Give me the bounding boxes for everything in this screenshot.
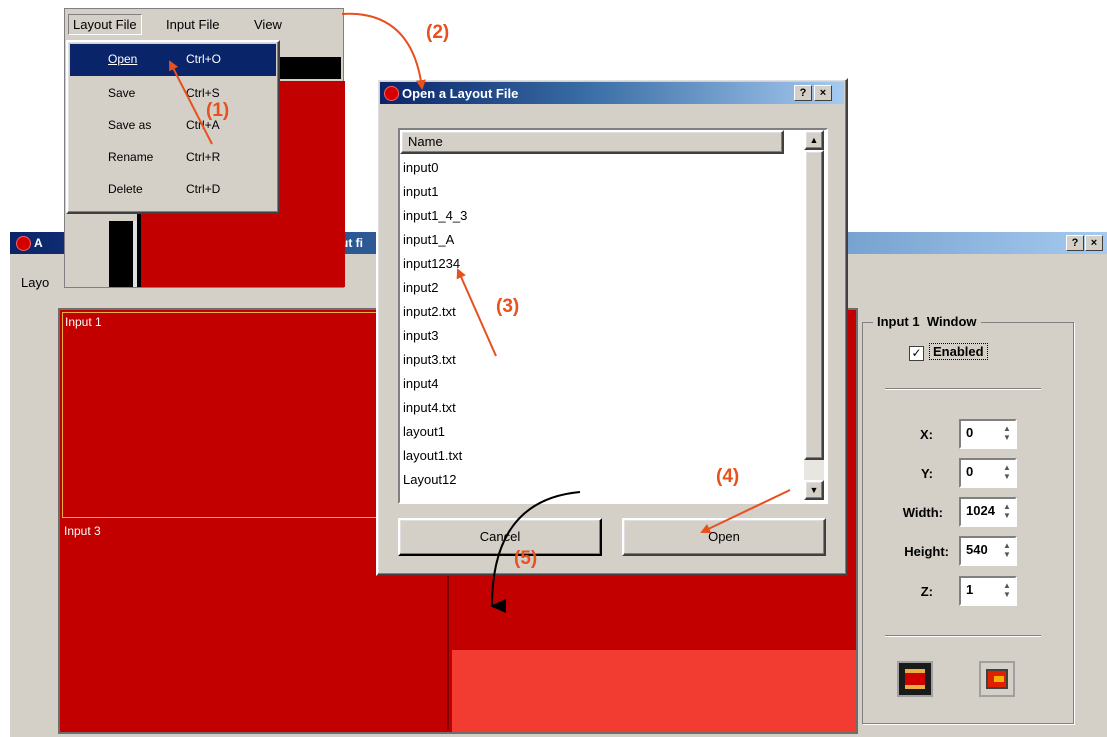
arrow-2 [341,12,426,90]
arrow-1 [169,60,213,145]
annotation-arrows [169,12,791,614]
arrow-4 [700,489,791,534]
arrow-3 [456,268,497,357]
arrow-5 [490,491,581,614]
